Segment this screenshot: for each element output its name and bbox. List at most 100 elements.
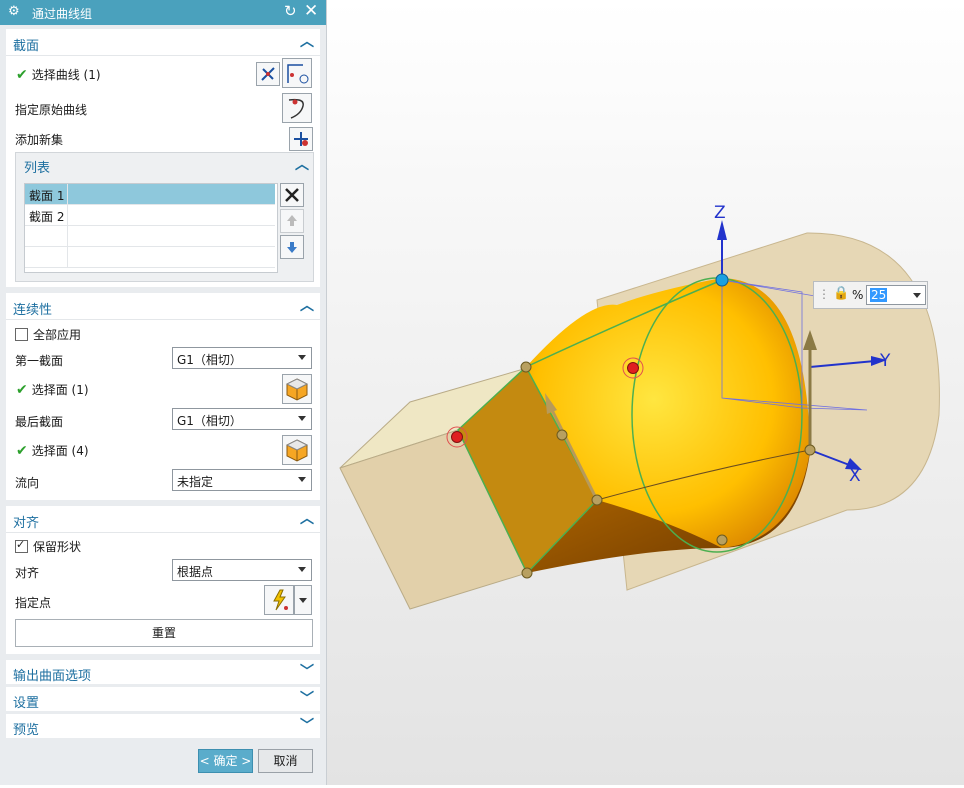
- chevron-up-icon[interactable]: ︿: [295, 154, 309, 174]
- gear-icon[interactable]: ⚙: [8, 4, 20, 19]
- list-item[interactable]: 截面 1: [25, 184, 275, 205]
- dialog-title: 通过曲线组: [32, 7, 93, 21]
- check-icon: ✔: [16, 382, 28, 398]
- checkbox[interactable]: [15, 328, 28, 341]
- origin-curve-icon: [288, 98, 304, 119]
- check-icon: ✔: [16, 67, 28, 83]
- select-face-2-button[interactable]: [282, 435, 312, 465]
- select-curve-row[interactable]: ✔ 选择曲线 (1): [16, 66, 101, 83]
- chevron-down-icon[interactable]: ﹀: [300, 661, 314, 681]
- list-item-label: 截面 2: [29, 210, 65, 224]
- add-set-icon: [294, 132, 308, 146]
- handle-point[interactable]: [556, 429, 568, 441]
- select-face-1-button[interactable]: [282, 374, 312, 404]
- first-section-select[interactable]: G1（相切）: [172, 347, 312, 369]
- apply-all-checkbox[interactable]: 全部应用: [15, 326, 81, 343]
- cancel-button[interactable]: 取消: [258, 749, 313, 773]
- alignment-title: 对齐: [13, 516, 40, 531]
- drag-handle-icon[interactable]: ⋮: [818, 287, 830, 301]
- move-down-button[interactable]: [280, 235, 304, 259]
- check-icon: ✔: [16, 443, 28, 459]
- output-options-title: 输出曲面选项: [13, 669, 92, 684]
- keep-shape-checkbox[interactable]: 保留形状: [15, 538, 81, 555]
- arrow-down-icon: [287, 242, 297, 253]
- handle-point[interactable]: [520, 361, 532, 373]
- handle-point[interactable]: [521, 567, 533, 579]
- dropdown-arrow-icon: [913, 293, 921, 298]
- select-face-1-row[interactable]: ✔ 选择面 (1): [16, 381, 89, 398]
- list-title: 列表: [24, 161, 51, 176]
- graphics-viewport[interactable]: Z X Y: [327, 0, 964, 785]
- origin-curve-button[interactable]: [282, 93, 312, 123]
- curve-select-button[interactable]: [282, 58, 312, 88]
- percent-input[interactable]: 25: [866, 285, 926, 305]
- handle-point[interactable]: [591, 494, 603, 506]
- percent-value: 25: [870, 288, 888, 302]
- chevron-down-icon[interactable]: ﹀: [300, 715, 314, 735]
- reverse-direction-icon: [261, 67, 275, 81]
- select-curve-label: 选择曲线 (1): [31, 68, 101, 82]
- align-marker[interactable]: [627, 362, 639, 374]
- list-item: [25, 226, 275, 247]
- add-new-set-button[interactable]: [289, 127, 313, 151]
- list-item-label: 截面 1: [29, 189, 65, 203]
- point-dialog-button[interactable]: [264, 585, 294, 615]
- handle-point[interactable]: [804, 444, 816, 456]
- arrow-up-icon: [287, 215, 297, 226]
- list-item[interactable]: 截面 2: [25, 205, 275, 226]
- point-type-dropdown[interactable]: [294, 585, 312, 615]
- reset-button[interactable]: 重置: [15, 619, 313, 647]
- ok-button[interactable]: < 确定 >: [198, 749, 253, 773]
- continuity-group-header[interactable]: 连续性 ︿: [6, 293, 320, 320]
- section-list: 截面 1 截面 2: [24, 183, 278, 273]
- dropdown-arrow-icon: [299, 598, 307, 603]
- align-select[interactable]: 根据点: [172, 559, 312, 581]
- curve-select-icon: [287, 64, 309, 84]
- output-options-group[interactable]: 输出曲面选项 ﹀: [6, 660, 320, 684]
- last-section-label: 最后截面: [15, 415, 64, 429]
- close-icon[interactable]: ✕: [304, 1, 318, 21]
- specify-origin-label: 指定原始曲线: [15, 103, 88, 117]
- lock-icon[interactable]: 🔒: [833, 286, 849, 301]
- axis-y-label: Y: [879, 351, 891, 371]
- section-group-header[interactable]: 截面 ︿: [6, 29, 320, 56]
- dialog-titlebar: ⚙ 通过曲线组 ↻ ✕: [0, 0, 326, 25]
- alignment-group-header[interactable]: 对齐 ︿: [6, 506, 320, 533]
- move-up-button[interactable]: [280, 209, 304, 233]
- axis-x-label: X: [849, 466, 861, 486]
- checkbox[interactable]: [15, 538, 28, 553]
- percent-symbol: %: [852, 288, 864, 302]
- reset-dialog-icon[interactable]: ↻: [284, 2, 297, 20]
- model-view[interactable]: Z X Y: [327, 0, 964, 785]
- origin-handle[interactable]: [715, 273, 729, 287]
- chevron-up-icon[interactable]: ︿: [300, 31, 314, 51]
- dropdown-arrow-icon: [298, 477, 306, 482]
- chevron-up-icon[interactable]: ︿: [300, 295, 314, 315]
- last-section-select[interactable]: G1（相切）: [172, 408, 312, 430]
- dropdown-arrow-icon: [298, 416, 306, 421]
- flow-value: 未指定: [177, 475, 214, 489]
- settings-title: 设置: [13, 696, 40, 711]
- start-marker[interactable]: [451, 431, 463, 443]
- flow-select[interactable]: 未指定: [172, 469, 312, 491]
- flow-label: 流向: [15, 476, 40, 490]
- settings-group[interactable]: 设置 ﹀: [6, 687, 320, 711]
- axis-z-label: Z: [714, 203, 726, 223]
- dropdown-arrow-icon: [298, 567, 306, 572]
- section-group-title: 截面: [13, 39, 40, 54]
- select-face-1-label: 选择面 (1): [31, 383, 89, 397]
- reverse-direction-button[interactable]: [256, 62, 280, 86]
- apply-all-label: 全部应用: [33, 328, 82, 342]
- cube-icon: [285, 378, 309, 401]
- chevron-down-icon[interactable]: ﹀: [300, 688, 314, 708]
- handle-point[interactable]: [716, 534, 728, 546]
- continuity-title: 连续性: [13, 303, 53, 318]
- remove-button[interactable]: [280, 183, 304, 207]
- close-icon: [285, 188, 299, 202]
- cube-icon: [285, 439, 309, 462]
- dropdown-arrow-icon: [298, 355, 306, 360]
- preview-group[interactable]: 预览 ﹀: [6, 714, 320, 738]
- chevron-up-icon[interactable]: ︿: [300, 508, 314, 528]
- list-item: [25, 247, 275, 268]
- select-face-2-row[interactable]: ✔ 选择面 (4): [16, 442, 89, 459]
